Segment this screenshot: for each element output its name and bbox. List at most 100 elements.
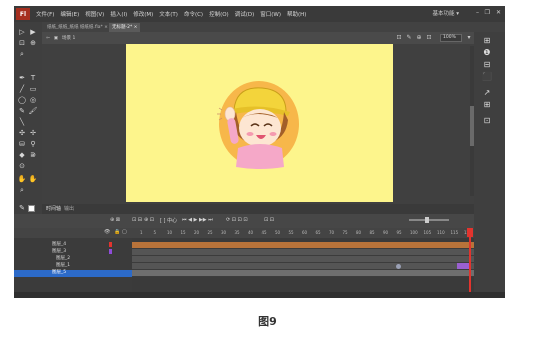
playhead[interactable] [469, 228, 471, 298]
properties-icon[interactable]: ⊞ [482, 36, 492, 45]
menu-text[interactable]: 文本(T) [159, 10, 178, 18]
oval-tool-icon[interactable]: ◯ [17, 96, 27, 105]
scene-label[interactable]: 场景 1 [62, 35, 75, 41]
camera-tool-icon[interactable]: ⊙ [17, 162, 27, 171]
layer-row[interactable]: 图层_2 [14, 256, 132, 263]
ruler-label: 35 [234, 230, 240, 235]
free-transform-icon[interactable]: ⊡ [17, 39, 27, 48]
subselect-tool-icon[interactable]: ▶ [28, 28, 38, 37]
ruler-label: 100 [410, 230, 418, 235]
3d-rotate-icon[interactable]: ⊕ [28, 39, 38, 48]
menu-control[interactable]: 控制(O) [209, 10, 229, 18]
library-icon[interactable]: ⊟ [482, 60, 492, 69]
menu-commands[interactable]: 命令(C) [184, 10, 203, 18]
hand-tool-icon[interactable]: ✋ [17, 175, 27, 184]
text-tool-icon[interactable]: T [28, 74, 38, 83]
selection-tool-icon[interactable]: ▷ [17, 28, 27, 37]
tab-output[interactable]: 输出 [64, 205, 74, 212]
playback-controls[interactable]: ⏮ ◀ ▶ ▶▶ ⏭ [182, 217, 213, 223]
animate-window: Fl 文件(F) 编辑(E) 视图(V) 插入(I) 修改(M) 文本(T) 命… [14, 6, 505, 298]
info-icon[interactable]: ❶ [482, 48, 492, 57]
keyframe[interactable] [396, 264, 401, 269]
menu-insert[interactable]: 插入(I) [110, 10, 127, 18]
menu-modify[interactable]: 修改(M) [133, 10, 153, 18]
bone-tool-icon[interactable]: ✣ [17, 129, 27, 138]
clip-icon[interactable]: ⊡ [396, 34, 402, 41]
stage[interactable] [126, 44, 393, 202]
back-icon[interactable]: ⇦ [46, 36, 50, 41]
menu-debug[interactable]: 调试(D) [235, 10, 255, 18]
menu-view[interactable]: 视图(V) [85, 10, 104, 18]
layer-row[interactable]: 图层_1 [14, 263, 132, 270]
ruler-label: 85 [369, 230, 375, 235]
frame-ruler[interactable]: 1 5 10 15 20 25 30 35 40 45 50 55 60 65 70 75 80 85 90 95 10… [132, 228, 474, 238]
doc-tab-1[interactable]: 纸纸_纸纸_纸纸 纸纸纸.fla* × [44, 23, 111, 32]
zoom-tool-icon[interactable]: ⌕ [17, 186, 27, 195]
layer-visibility-icons[interactable]: ⊕ ⊠ [110, 217, 120, 223]
status-bar [14, 292, 505, 298]
frame-row[interactable] [132, 256, 474, 263]
ruler-label: 50 [275, 230, 281, 235]
workspace-switcher[interactable]: 基本功能 ▾ [432, 9, 459, 17]
lasso-icon[interactable]: ⌕ [17, 50, 27, 59]
tab-timeline[interactable]: 时间轴 [46, 205, 61, 212]
onion-skin-icons[interactable]: ⊕ ⊡ [144, 217, 154, 223]
timeline-zoom-slider[interactable] [409, 219, 449, 221]
chevron-down-icon[interactable]: ▾ [466, 34, 472, 41]
maximize-icon[interactable]: ❐ [485, 9, 490, 16]
layer-row[interactable]: 图层_4 [14, 242, 132, 249]
eye-icon[interactable]: 👁 [104, 229, 110, 235]
rotate-tool-icon[interactable]: ✋ [28, 175, 38, 184]
frame-row-tween[interactable] [132, 242, 474, 249]
ruler-label: 40 [248, 230, 254, 235]
align-icon[interactable]: ⊞ [482, 100, 492, 109]
width-tool-icon[interactable]: ⋑ [28, 151, 38, 160]
lock-icon[interactable]: 🔒 [114, 229, 120, 235]
eraser-icon[interactable]: ◆ [17, 151, 27, 160]
character-illustration[interactable] [126, 44, 393, 202]
frame-view-icons[interactable]: ⊡ ⊟ [132, 217, 142, 223]
motion-presets-icon[interactable]: ↗ [482, 88, 492, 97]
paint-bucket-icon[interactable]: ⛁ [17, 140, 27, 149]
loop-controls[interactable]: ⟳ ⊡ ⊡ ⊡ [226, 217, 248, 223]
left-cheek [246, 132, 254, 136]
eyedropper-icon[interactable]: ⚲ [28, 140, 38, 149]
edit-symbol-icon[interactable]: ✎ [406, 34, 412, 41]
rectangle-tool-icon[interactable]: ▭ [28, 85, 38, 94]
layer-row[interactable]: 图层_3 [14, 249, 132, 256]
center-stage-icon[interactable]: ⊕ [416, 34, 422, 41]
menu-window[interactable]: 窗口(W) [260, 10, 281, 18]
edit-multiple-frames[interactable]: ⊡ ⊡ [264, 217, 274, 223]
menu-file[interactable]: 文件(F) [36, 10, 54, 18]
layer-row-selected[interactable]: 图层_5 [14, 270, 132, 277]
minimize-icon[interactable]: – [476, 9, 479, 16]
center-frame-button[interactable]: [ ] 中心 [160, 217, 177, 224]
face [239, 109, 281, 147]
brush-tool-icon[interactable]: 🖌 [28, 107, 38, 116]
line-tool-icon[interactable]: ╱ [17, 85, 27, 94]
bind-tool-icon[interactable]: ✢ [28, 129, 38, 138]
menu-help[interactable]: 帮助(H) [287, 10, 306, 18]
pencil-tool-icon[interactable]: ✎ [17, 107, 27, 116]
color-icon[interactable]: ⬛ [482, 72, 492, 81]
zoom-select[interactable]: 100% [440, 34, 462, 42]
menu-edit[interactable]: 编辑(E) [60, 10, 79, 18]
frame-row[interactable] [132, 263, 474, 270]
close-icon[interactable]: ✕ [496, 9, 501, 16]
frame-grid[interactable]: 1 5 10 15 20 25 30 35 40 45 50 55 60 65 70 75 80 85 90 95 10… [132, 228, 474, 298]
stroke-color-icon[interactable]: ✎ [17, 204, 27, 213]
polystar-tool-icon[interactable]: ◎ [28, 96, 38, 105]
stroke-color-swatch[interactable] [28, 205, 35, 212]
doc-tab-2[interactable]: 无标题-2* × [109, 23, 141, 32]
pen-tool-icon[interactable]: ✒ [17, 74, 27, 83]
timeline-tabs: 时间轴 输出 [42, 204, 474, 214]
components-icon[interactable]: ⊡ [482, 116, 492, 125]
frame-row[interactable] [132, 249, 474, 256]
ruler-label: 70 [329, 230, 335, 235]
ruler-label: 55 [288, 230, 294, 235]
zoom-slider-thumb[interactable] [425, 217, 429, 223]
paint-brush-icon[interactable]: ╲ [17, 118, 27, 127]
edit-scene-icon[interactable]: ⊡ [426, 34, 432, 41]
outline-icon[interactable]: ▢ [122, 229, 127, 235]
frame-row-selected[interactable] [132, 270, 474, 277]
